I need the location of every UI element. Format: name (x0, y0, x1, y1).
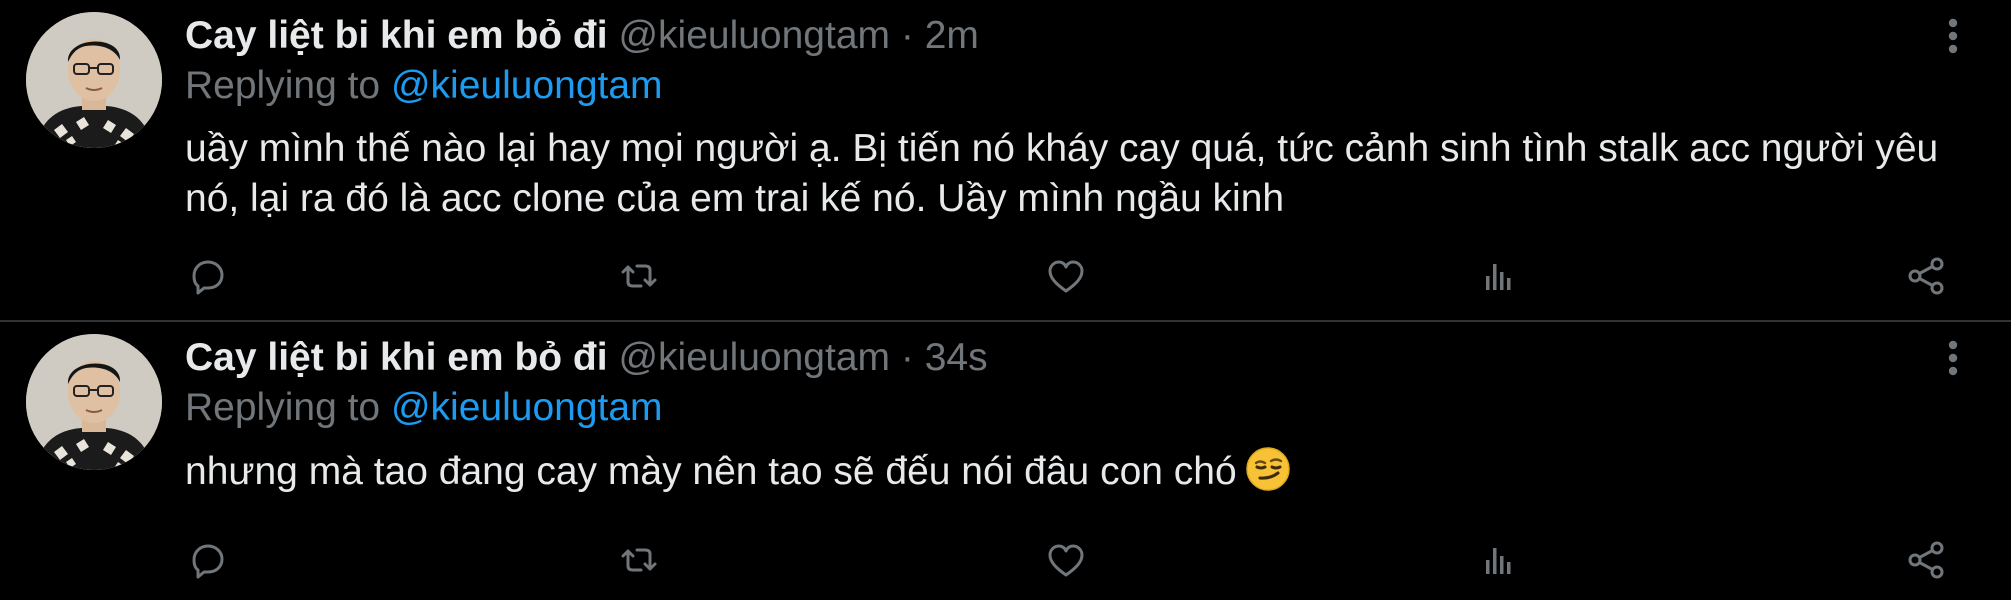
reply-button[interactable] (186, 538, 230, 582)
action-bar (0, 254, 2011, 304)
reply-icon (192, 260, 224, 295)
views-button[interactable] (1476, 254, 1520, 298)
more-options-button[interactable] (1935, 338, 1971, 378)
more-vertical-icon (1948, 18, 1958, 54)
separator-dot: · (900, 336, 914, 379)
tweet-text-content: nhưng mà tao đang cay mày nên tao sẽ đếu… (185, 450, 1237, 493)
tweet-reply[interactable]: Cay liệt bi khi em bỏ đi @kieuluongtam ·… (0, 322, 2011, 600)
views-button[interactable] (1476, 538, 1520, 582)
like-icon (1048, 260, 1084, 293)
separator-dot: · (900, 14, 914, 57)
retweet-button[interactable] (617, 538, 661, 582)
tweet-header: Cay liệt bi khi em bỏ đi @kieuluongtam ·… (185, 334, 988, 382)
share-button[interactable] (1904, 538, 1948, 582)
views-icon (1486, 548, 1511, 574)
avatar[interactable] (26, 12, 162, 148)
like-icon (1048, 544, 1084, 577)
tweet-reply[interactable]: Cay liệt bi khi em bỏ đi @kieuluongtam ·… (0, 0, 2011, 320)
smirking-face-emoji (1245, 446, 1291, 492)
share-icon (1908, 541, 1944, 579)
like-button[interactable] (1044, 538, 1088, 582)
share-button[interactable] (1904, 254, 1948, 298)
timestamp[interactable]: 2m (925, 14, 979, 57)
tweet-header: Cay liệt bi khi em bỏ đi @kieuluongtam ·… (185, 12, 979, 60)
replying-to-label: Replying to (185, 64, 381, 107)
like-button[interactable] (1044, 254, 1088, 298)
replying-to-handle[interactable]: @kieuluongtam (391, 386, 663, 429)
display-name[interactable]: Cay liệt bi khi em bỏ đi (185, 14, 608, 57)
share-icon (1908, 257, 1944, 295)
replying-to-handle[interactable]: @kieuluongtam (391, 64, 663, 107)
user-handle[interactable]: @kieuluongtam (618, 336, 890, 379)
retweet-icon (621, 548, 657, 572)
avatar[interactable] (26, 334, 162, 470)
action-bar (0, 538, 2011, 588)
replying-to: Replying to @kieuluongtam (185, 62, 663, 110)
tweet-text: uầy mình thế nào lại hay mọi người ạ. Bị… (185, 127, 1939, 220)
retweet-button[interactable] (617, 254, 661, 298)
user-handle[interactable]: @kieuluongtam (618, 14, 890, 57)
replying-to: Replying to @kieuluongtam (185, 384, 663, 432)
reply-button[interactable] (186, 254, 230, 298)
views-icon (1486, 264, 1511, 290)
tweet-text: nhưng mà tao đang cay mày nên tao sẽ đếu… (185, 446, 1985, 497)
more-options-button[interactable] (1935, 16, 1971, 56)
reply-icon (192, 544, 224, 579)
replying-to-label: Replying to (185, 386, 381, 429)
smirk-emoji-icon (1245, 447, 1290, 491)
avatar-photo (26, 334, 162, 470)
more-vertical-icon (1948, 340, 1958, 376)
retweet-icon (621, 264, 657, 288)
display-name[interactable]: Cay liệt bi khi em bỏ đi (185, 336, 608, 379)
timestamp[interactable]: 34s (925, 336, 988, 379)
avatar-photo (26, 12, 162, 148)
